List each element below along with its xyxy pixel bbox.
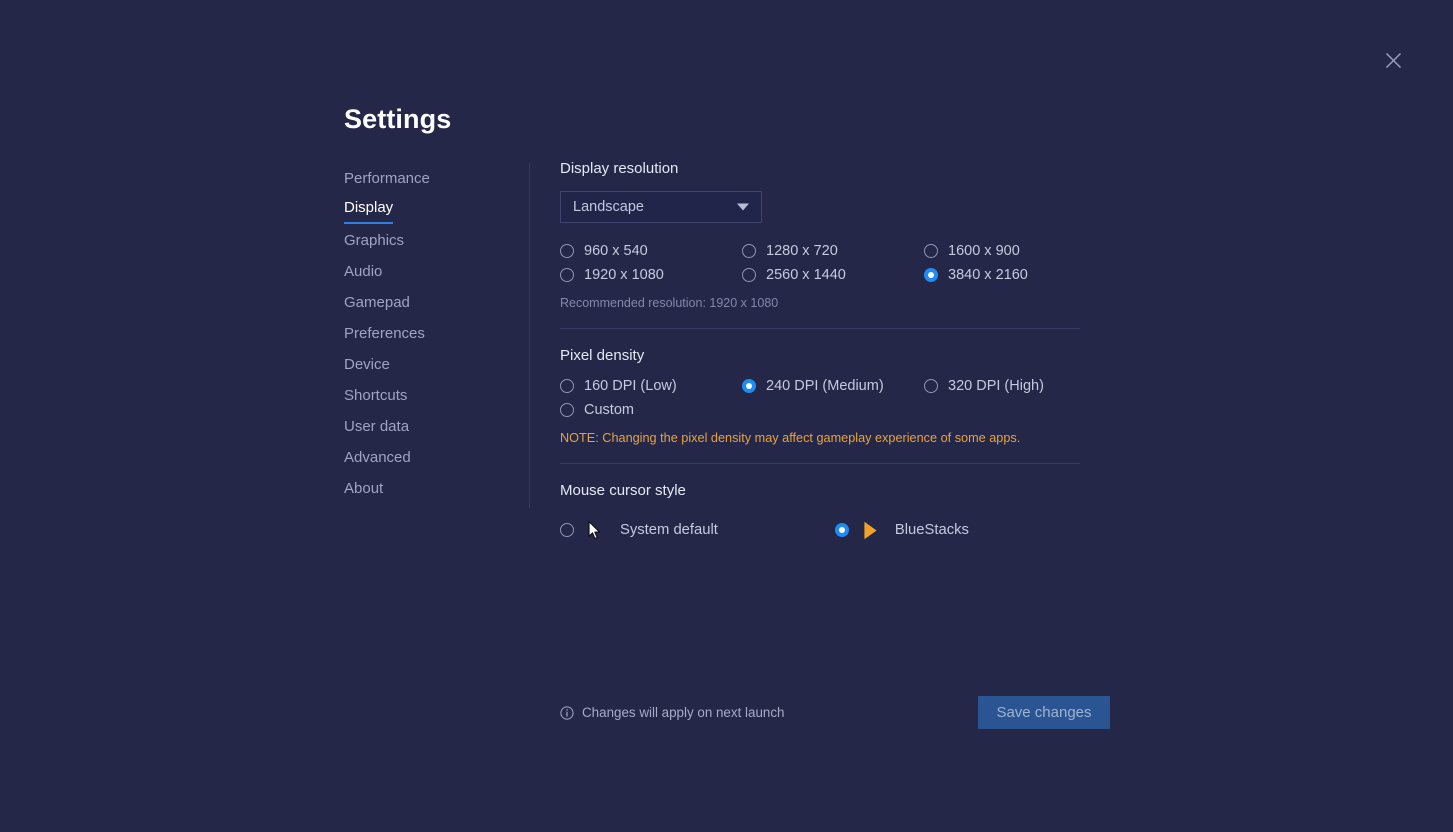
sidebar-item-gamepad[interactable]: Gamepad <box>344 287 410 318</box>
radio-indicator[interactable] <box>560 403 574 417</box>
close-button[interactable] <box>1380 47 1407 74</box>
sidebar-item-device[interactable]: Device <box>344 349 390 380</box>
pixel-density-note: NOTE: Changing the pixel density may aff… <box>560 431 1021 445</box>
orientation-dropdown-value: Landscape <box>573 199 644 215</box>
pixel-density-label: 320 DPI (High) <box>948 378 1044 394</box>
display-resolution-section: Display resolution Landscape 960 x 540 1… <box>560 160 1120 310</box>
recommended-resolution-hint: Recommended resolution: 1920 x 1080 <box>560 296 779 310</box>
sidebar-item-advanced[interactable]: Advanced <box>344 442 411 473</box>
mouse-cursor-section: Mouse cursor style System default BlueSt… <box>560 482 1120 541</box>
resolution-label: 1920 x 1080 <box>584 267 664 283</box>
radio-indicator[interactable] <box>560 244 574 258</box>
apply-note: Changes will apply on next launch <box>560 705 784 720</box>
info-icon <box>560 705 574 720</box>
sidebar: Performance Display Graphics Audio Gamep… <box>344 163 530 508</box>
radio-indicator[interactable] <box>560 379 574 393</box>
resolution-label: 3840 x 2160 <box>948 267 1028 283</box>
mouse-cursor-radio-group: System default BlueStacks <box>560 519 1120 541</box>
section-divider <box>560 463 1080 464</box>
cursor-label: System default <box>620 522 718 538</box>
chevron-down-icon <box>737 203 749 211</box>
resolution-radio-group: 960 x 540 1280 x 720 1600 x 900 1920 x 1… <box>560 243 1120 283</box>
mouse-cursor-title: Mouse cursor style <box>560 482 686 499</box>
sidebar-item-display[interactable]: Display <box>344 194 394 224</box>
radio-indicator[interactable] <box>560 523 574 537</box>
sidebar-item-audio[interactable]: Audio <box>344 256 382 287</box>
radio-indicator[interactable] <box>742 268 756 282</box>
resolution-option-960x540[interactable]: 960 x 540 <box>560 243 648 259</box>
settings-content: Display resolution Landscape 960 x 540 1… <box>560 160 1120 541</box>
pixel-density-title: Pixel density <box>560 347 645 364</box>
resolution-option-1920x1080[interactable]: 1920 x 1080 <box>560 267 664 283</box>
radio-indicator[interactable] <box>924 268 938 282</box>
sidebar-item-performance[interactable]: Performance <box>344 163 430 194</box>
apply-note-text: Changes will apply on next launch <box>582 705 785 720</box>
resolution-option-1280x720[interactable]: 1280 x 720 <box>742 243 838 259</box>
settings-window: Settings Performance Display Graphics Au… <box>0 0 1453 832</box>
resolution-label: 1600 x 900 <box>948 243 1020 259</box>
bluestacks-cursor-icon <box>863 519 883 541</box>
radio-indicator[interactable] <box>834 523 849 537</box>
close-icon <box>1385 52 1402 69</box>
save-changes-button[interactable]: Save changes <box>978 696 1110 729</box>
pixel-density-label: Custom <box>584 402 634 418</box>
system-cursor-icon <box>588 519 608 541</box>
settings-footer: Changes will apply on next launch Save c… <box>560 696 1110 729</box>
display-resolution-title: Display resolution <box>560 160 679 177</box>
section-divider <box>560 328 1080 329</box>
sidebar-item-user-data[interactable]: User data <box>344 411 409 442</box>
radio-indicator[interactable] <box>924 244 938 258</box>
sidebar-item-graphics[interactable]: Graphics <box>344 225 404 256</box>
resolution-label: 2560 x 1440 <box>766 267 846 283</box>
pixel-density-option-320[interactable]: 320 DPI (High) <box>924 378 1044 394</box>
orientation-dropdown[interactable]: Landscape <box>560 191 762 223</box>
sidebar-item-about[interactable]: About <box>344 473 383 504</box>
page-title: Settings <box>344 104 452 134</box>
radio-indicator[interactable] <box>742 379 756 393</box>
radio-indicator[interactable] <box>742 244 756 258</box>
pixel-density-label: 160 DPI (Low) <box>584 378 677 394</box>
resolution-label: 960 x 540 <box>584 243 648 259</box>
pixel-density-option-240[interactable]: 240 DPI (Medium) <box>742 378 884 394</box>
cursor-option-system-default[interactable]: System default <box>560 519 718 541</box>
resolution-option-1600x900[interactable]: 1600 x 900 <box>924 243 1020 259</box>
radio-indicator[interactable] <box>560 268 574 282</box>
pixel-density-label: 240 DPI (Medium) <box>766 378 884 394</box>
pixel-density-option-custom[interactable]: Custom <box>560 402 634 418</box>
cursor-label: BlueStacks <box>894 522 969 538</box>
sidebar-item-shortcuts[interactable]: Shortcuts <box>344 380 407 411</box>
pixel-density-option-160[interactable]: 160 DPI (Low) <box>560 378 677 394</box>
resolution-option-3840x2160[interactable]: 3840 x 2160 <box>924 267 1028 283</box>
pixel-density-section: Pixel density 160 DPI (Low) 240 DPI (Med… <box>560 347 1120 445</box>
cursor-option-bluestacks[interactable]: BlueStacks <box>834 519 969 541</box>
resolution-option-2560x1440[interactable]: 2560 x 1440 <box>742 267 846 283</box>
radio-indicator[interactable] <box>924 379 938 393</box>
pixel-density-radio-group: 160 DPI (Low) 240 DPI (Medium) 320 DPI (… <box>560 378 1120 418</box>
resolution-label: 1280 x 720 <box>766 243 838 259</box>
sidebar-item-preferences[interactable]: Preferences <box>344 318 425 349</box>
